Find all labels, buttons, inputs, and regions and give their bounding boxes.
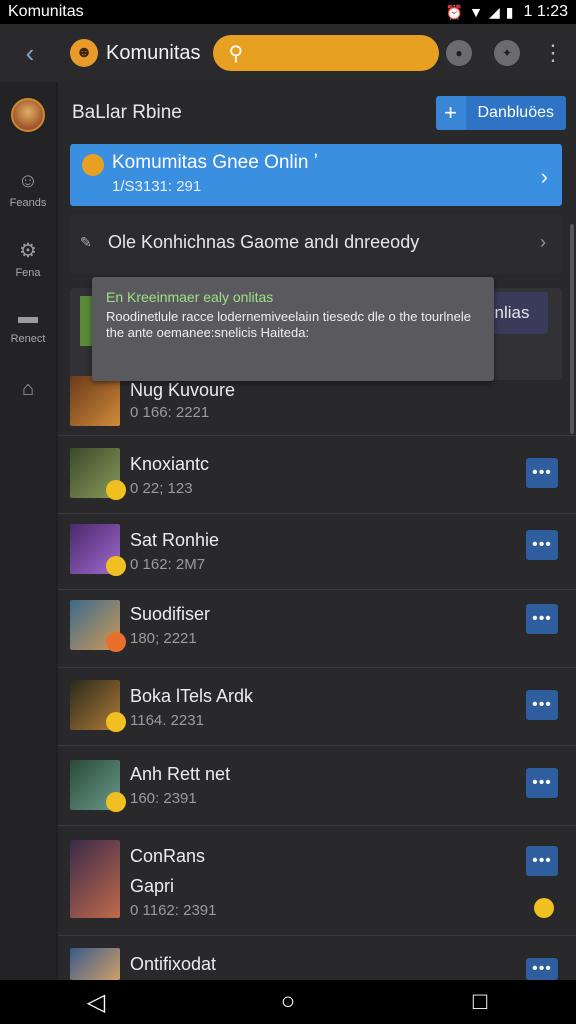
app-title: Komunitas — [106, 41, 201, 64]
edit-icon: ✎ — [80, 234, 92, 250]
more-button[interactable]: ••• — [526, 690, 558, 720]
side-rail: ☺ Feands ⚙ Fenа ▬ Renect ⌂ — [0, 82, 56, 980]
shield-icon[interactable]: ● — [446, 40, 472, 66]
notification-icon[interactable]: ✦ — [494, 40, 520, 66]
list-item-name: Knoxiantc — [130, 454, 210, 474]
more-button[interactable]: ••• — [526, 458, 558, 488]
rail-item-renect[interactable]: ▬ Renect — [0, 306, 56, 345]
list-item-name: Nug Kuvoure — [130, 380, 236, 400]
chat-icon: ▬ — [18, 306, 38, 328]
tooltip-title: En Kreeinmaer ealy onlitas — [106, 289, 274, 305]
plus-icon: + — [435, 96, 466, 130]
app-logo: ☻ — [70, 39, 98, 67]
chevron-right-icon: › — [540, 164, 548, 189]
banner-subtitle: 1/S3131: 291 — [112, 178, 202, 195]
rail-item-fena[interactable]: ⚙ Fenа — [0, 238, 56, 279]
list-item[interactable]: Sat Ronhie 0 162: 2M7 ••• — [58, 514, 576, 590]
emoji-badge-icon — [106, 480, 126, 500]
list-item-name: ConRans — [130, 846, 206, 866]
game-thumbnail — [70, 948, 120, 980]
system-nav-bar: ◁ ○ □ — [0, 980, 576, 1024]
more-button[interactable]: ••• — [526, 768, 558, 798]
alarm-icon: ⏰ — [445, 3, 464, 20]
tooltip-body: Roodinetlule racce lodernemiveelaiın tie… — [106, 309, 471, 340]
status-icons: ⏰ ▼ ◢ ▮ 1 1:23 — [446, 3, 568, 21]
home-icon: ⌂ — [21, 378, 35, 400]
signal-icon: ◢ — [489, 3, 500, 20]
emoji-badge-icon — [106, 712, 126, 732]
rail-label: Feands — [9, 197, 47, 209]
emoji-badge-icon — [106, 632, 126, 652]
list-item-meta: 0 22; 123 — [130, 480, 193, 497]
nav-back-icon[interactable]: ◁ — [66, 980, 126, 1024]
status-title: Komunitas — [8, 3, 84, 20]
rail-item-home[interactable]: ⌂ — [0, 378, 56, 405]
app-bar: ‹ ☻ Komunitas ⚲ ● ✦ ⋮ — [0, 24, 576, 82]
list-item-subname: Gapri — [130, 876, 175, 896]
list-item-name: Anh Rett net — [130, 764, 231, 784]
list-item-meta: 180; 2221 — [130, 630, 197, 647]
emoji-badge-icon — [534, 898, 554, 918]
chevron-right-icon: › — [540, 232, 546, 252]
avatar — [11, 98, 45, 132]
battery-icon: ▮ — [505, 3, 514, 20]
wifi-icon: ▼ — [469, 4, 484, 20]
status-time: 1 1:23 — [523, 3, 568, 20]
add-button[interactable]: + Danbluöes — [435, 96, 566, 130]
list-item-meta: 0 166: 2221 — [130, 404, 210, 421]
banner-title: Komumitas Gnee Onlin ʼ — [112, 152, 318, 173]
more-button[interactable]: ••• — [526, 846, 558, 876]
emoji-badge-icon — [106, 556, 126, 576]
search-icon: ⚲ — [228, 42, 244, 65]
more-button[interactable]: ••• — [526, 958, 558, 980]
list-item-name: Boka lTels Ardk — [130, 686, 254, 706]
list-item[interactable]: Knoxiantc 0 22; 123 ••• — [58, 436, 576, 514]
section-heading: BaLlar Rbine — [72, 102, 182, 123]
list-item[interactable]: Ontifixodat ••• — [58, 936, 576, 980]
list-item-meta: 0 1162: 2391 — [130, 902, 217, 919]
banner-logo-icon — [82, 154, 104, 176]
back-arrow-icon[interactable]: ‹ — [10, 33, 50, 73]
list-item-name: Suodifiser — [130, 604, 211, 624]
appbar-actions: ● ✦ ⋮ — [446, 40, 566, 66]
game-thumbnail — [70, 376, 120, 426]
list-item[interactable]: ConRans Gapri 0 1162: 2391 ••• — [58, 826, 576, 936]
list-item-name: Ontifixodat — [130, 954, 217, 974]
rail-avatar-item[interactable] — [0, 98, 56, 132]
group-icon: ⚙ — [19, 240, 37, 262]
list-item[interactable]: Anh Rett net 160: 2391 ••• — [58, 746, 576, 826]
list-item-meta: 160: 2391 — [130, 790, 197, 807]
list-item-meta: 0 162: 2M7 — [130, 556, 206, 573]
nav-home-icon[interactable]: ○ — [258, 980, 318, 1024]
featured-banner[interactable]: Komumitas Gnee Onlin ʼ 1/S3131: 291 › — [70, 144, 562, 206]
overflow-menu-icon[interactable]: ⋮ — [542, 42, 564, 64]
rail-label: Fenа — [15, 267, 41, 279]
people-icon: ☺ — [17, 170, 39, 192]
info-tooltip: En Kreeinmaer ealy onlitas Roodinetlule … — [92, 277, 494, 381]
add-button-label: Danbluöes — [465, 96, 566, 130]
more-button[interactable]: ••• — [526, 604, 558, 634]
list-item[interactable]: Suodifiser 180; 2221 ••• — [58, 590, 576, 668]
list-item[interactable]: Boka lTels Ardk 1164. 2231 ••• — [58, 668, 576, 746]
game-thumbnail — [70, 840, 120, 918]
rail-label: Renect — [10, 333, 46, 345]
status-bar: Komunitas ⏰ ▼ ◢ ▮ 1 1:23 — [0, 0, 576, 24]
search-bar[interactable]: ⚲ — [212, 35, 439, 71]
link-row-text: Ole Konhichnas Gaome andı dnreeody — [108, 232, 420, 252]
more-button[interactable]: ••• — [526, 530, 558, 560]
nav-recents-icon[interactable]: □ — [450, 980, 510, 1024]
list-item-meta: 1164. 2231 — [130, 712, 204, 729]
list-item-name: Sat Ronhie — [130, 530, 220, 550]
emoji-badge-icon — [106, 792, 126, 812]
link-row[interactable]: ✎ Ole Konhichnas Gaome andı dnreeody › — [70, 214, 562, 274]
rail-item-feands[interactable]: ☺ Feands — [0, 170, 56, 209]
